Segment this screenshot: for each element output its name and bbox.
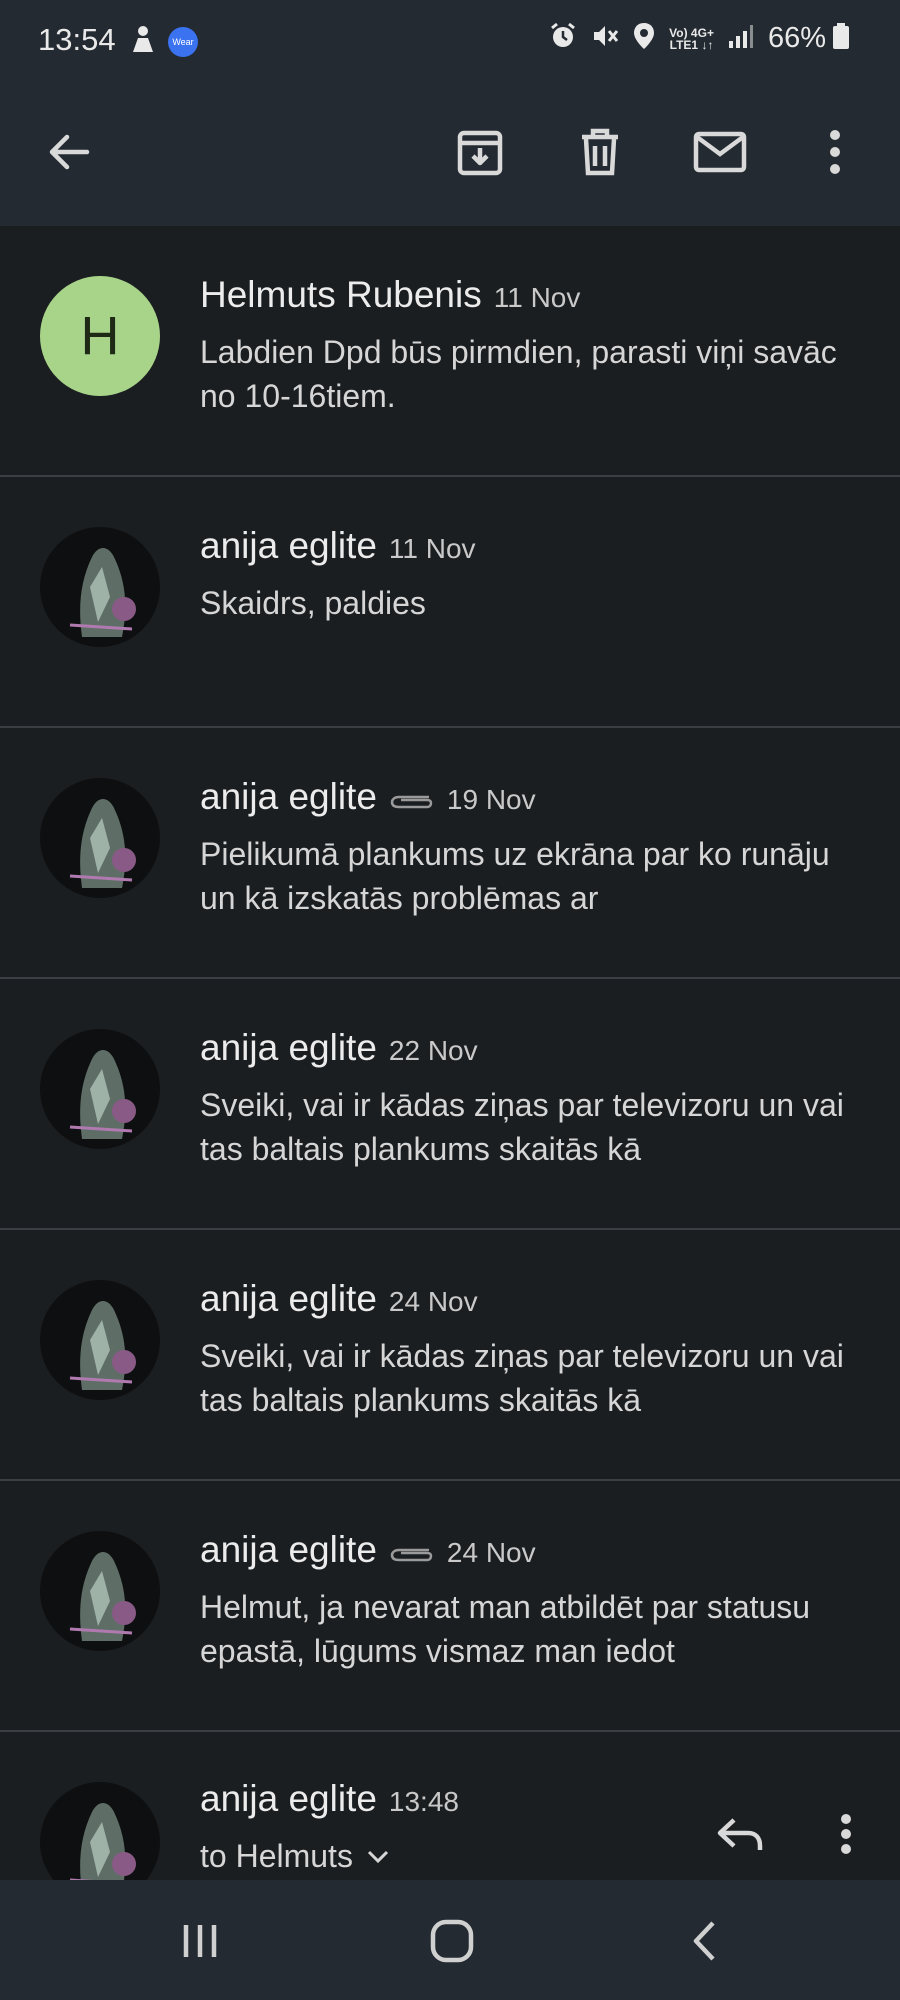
network-indicator: Vo) 4G+ LTE1 ↓↑ bbox=[669, 25, 714, 52]
back-nav-button[interactable] bbox=[664, 1906, 744, 1976]
signal-icon bbox=[728, 23, 754, 54]
more-vert-icon bbox=[841, 1814, 851, 1854]
status-bar: 13:54 Wear Vo) 4G+ LTE1 ↓↑ 66% bbox=[0, 0, 900, 84]
recipient-line: to Helmuts bbox=[200, 1838, 353, 1874]
mark-unread-button[interactable] bbox=[688, 120, 752, 184]
alarm-icon bbox=[549, 22, 577, 55]
archive-icon bbox=[457, 130, 503, 176]
reply-icon bbox=[717, 1818, 763, 1850]
more-vert-icon bbox=[830, 130, 840, 174]
mute-icon bbox=[591, 22, 619, 55]
sender-name: anija eglite bbox=[200, 525, 377, 566]
system-navigation-bar bbox=[0, 1880, 900, 2000]
message-date: 11 Nov bbox=[493, 282, 581, 313]
recipient-details-toggle[interactable]: to Helmuts bbox=[200, 1838, 389, 1875]
message-date: 11 Nov bbox=[388, 533, 476, 564]
message-snippet: Sveiki, vai ir kādas ziņas par televizor… bbox=[200, 1087, 844, 1167]
message-time: 13:48 bbox=[388, 1786, 459, 1817]
battery-icon bbox=[832, 22, 850, 55]
chevron-down-icon bbox=[367, 1850, 388, 1863]
message-snippet: Helmut, ja nevarat man atbildēt par stat… bbox=[200, 1589, 811, 1669]
avatar bbox=[40, 1531, 160, 1651]
message-item[interactable]: anija eglite 22 Nov Sveiki, vai ir kādas… bbox=[0, 979, 900, 1230]
trash-icon bbox=[582, 128, 618, 176]
archive-button[interactable] bbox=[448, 120, 512, 184]
message-item[interactable]: anija eglite 19 Nov Pielikumā plankums u… bbox=[0, 728, 900, 979]
delete-button[interactable] bbox=[568, 120, 632, 184]
message-list: H Helmuts Rubenis 11 Nov Labdien Dpd būs… bbox=[0, 226, 900, 1732]
more-options-button[interactable] bbox=[803, 120, 867, 184]
attachment-icon bbox=[389, 791, 435, 818]
sender-name: Helmuts Rubenis bbox=[200, 274, 482, 315]
chevron-left-icon bbox=[693, 1921, 715, 1961]
message-date: 24 Nov bbox=[388, 1286, 478, 1317]
mail-icon bbox=[693, 131, 747, 173]
message-date: 22 Nov bbox=[388, 1035, 478, 1066]
message-snippet: Labdien Dpd būs pirmdien, parasti viņi s… bbox=[200, 334, 837, 414]
avatar bbox=[40, 1280, 160, 1400]
message-more-button[interactable] bbox=[826, 1806, 866, 1862]
avatar bbox=[40, 1029, 160, 1149]
avatar bbox=[40, 778, 160, 898]
home-button[interactable] bbox=[412, 1906, 492, 1976]
avatar bbox=[40, 527, 160, 647]
person-icon bbox=[130, 24, 156, 59]
home-icon bbox=[430, 1919, 474, 1963]
expanded-message-header: anija eglite 13:48 to Helmuts bbox=[0, 1732, 900, 1880]
sender-name: anija eglite bbox=[200, 1778, 377, 1819]
message-date: 24 Nov bbox=[446, 1537, 536, 1568]
message-snippet: Skaidrs, paldies bbox=[200, 585, 426, 621]
attachment-icon bbox=[389, 1544, 435, 1571]
back-arrow-icon bbox=[49, 134, 90, 170]
recent-apps-button[interactable] bbox=[160, 1906, 240, 1976]
sender-name: anija eglite bbox=[200, 1529, 377, 1570]
message-item[interactable]: anija eglite 24 Nov Sveiki, vai ir kādas… bbox=[0, 1230, 900, 1481]
message-item[interactable]: anija eglite 11 Nov Skaidrs, paldies bbox=[0, 477, 900, 728]
avatar: H bbox=[40, 276, 160, 396]
message-item[interactable]: H Helmuts Rubenis 11 Nov Labdien Dpd būs… bbox=[0, 226, 900, 477]
message-toolbar bbox=[0, 84, 900, 226]
sender-name: anija eglite bbox=[200, 776, 377, 817]
message-snippet: Sveiki, vai ir kādas ziņas par televizor… bbox=[200, 1338, 844, 1418]
recent-apps-icon bbox=[183, 1925, 217, 1957]
location-icon bbox=[633, 22, 655, 55]
sender-name: anija eglite bbox=[200, 1278, 377, 1319]
battery-percent: 66% bbox=[767, 22, 826, 54]
reply-button[interactable] bbox=[712, 1806, 768, 1862]
message-date: 19 Nov bbox=[446, 784, 536, 815]
back-button[interactable] bbox=[36, 120, 100, 184]
sender-name: anija eglite bbox=[200, 1027, 377, 1068]
status-time: 13:54 bbox=[38, 22, 116, 57]
message-item[interactable]: anija eglite 24 Nov Helmut, ja nevarat m… bbox=[0, 1481, 900, 1732]
message-snippet: Pielikumā plankums uz ekrāna par ko runā… bbox=[200, 836, 830, 916]
avatar bbox=[40, 1782, 160, 1880]
wear-icon: Wear bbox=[168, 26, 198, 57]
